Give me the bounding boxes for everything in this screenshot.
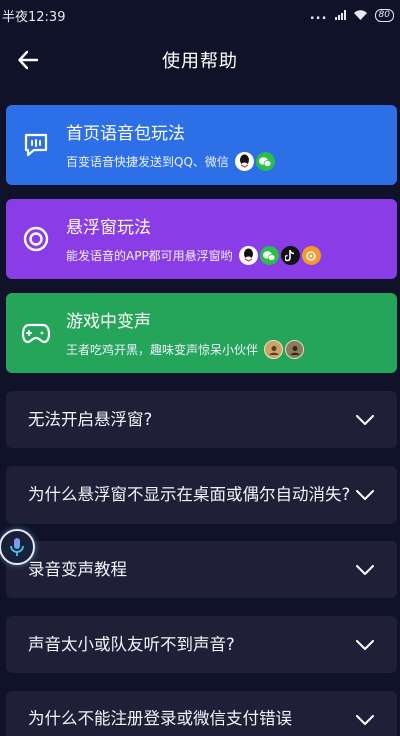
target-circle-icon [23,226,49,252]
battery-icon: 80 [374,8,394,22]
chat-bubble-icon [24,133,48,157]
gamepad-icon [21,323,51,344]
back-arrow-icon [18,50,39,70]
card-title: 首页语音包玩法 [66,124,185,144]
back-button[interactable] [14,46,42,74]
card-title: 游戏中变声 [66,312,151,332]
wechat-icon [255,152,275,171]
microphone-icon [10,538,24,556]
wechat-icon [259,246,279,265]
card-subtitle: 能发语音的APP都可用悬浮窗哟 [66,249,233,263]
chevron-down-icon [356,490,374,500]
card-game-voice[interactable]: 游戏中变声 王者吃鸡开黑，趣味变声惊呆小伙伴 [6,293,397,373]
status-bar: 半夜12:39 ... 80 [0,0,400,30]
qq-icon [238,246,258,265]
header: 使用帮助 [0,36,400,84]
qq-icon [234,152,254,171]
chevron-down-icon [356,414,374,425]
tiktok-icon [280,246,300,265]
chevron-down-icon [356,715,374,725]
signal-icon [334,10,346,20]
chevron-down-icon [356,639,374,650]
app-icon [301,246,321,265]
faq-question: 声音太小或队友听不到声音? [28,634,235,654]
card-subtitle: 王者吃鸡开黑，趣味变声惊呆小伙伴 [66,343,259,357]
game-avatar-icon [285,340,305,359]
card-voice-pack[interactable]: 首页语音包玩法 百变语音快捷发送到QQ、微信 [6,105,397,185]
faq-item[interactable]: 为什么不能注册登录或微信支付错误 [6,691,397,736]
faq-question: 为什么不能注册登录或微信支付错误 [28,709,292,728]
status-time: 半夜12:39 [2,9,66,25]
faq-item[interactable]: 无法开启悬浮窗? [6,391,397,448]
card-subtitle: 百变语音快捷发送到QQ、微信 [66,155,229,169]
faq-question: 录音变声教程 [28,559,127,579]
status-icons: ... 80 [310,8,394,23]
more-dots-icon: ... [309,7,328,23]
faq-item[interactable]: 为什么悬浮窗不显示在桌面或偶尔自动消失? [6,466,397,524]
wifi-icon [353,10,367,20]
faq-item[interactable]: 录音变声教程 [6,541,397,598]
faq-question: 为什么悬浮窗不显示在桌面或偶尔自动消失? [28,485,351,504]
chevron-down-icon [356,564,374,575]
card-title: 悬浮窗玩法 [66,218,151,238]
game-avatar-icon [264,340,284,359]
card-floating-window[interactable]: 悬浮窗玩法 能发语音的APP都可用悬浮窗哟 [6,199,397,279]
floating-mic-button[interactable] [0,529,35,565]
faq-question: 无法开启悬浮窗? [28,409,153,429]
faq-item[interactable]: 声音太小或队友听不到声音? [6,616,397,673]
page-title: 使用帮助 [162,51,238,72]
